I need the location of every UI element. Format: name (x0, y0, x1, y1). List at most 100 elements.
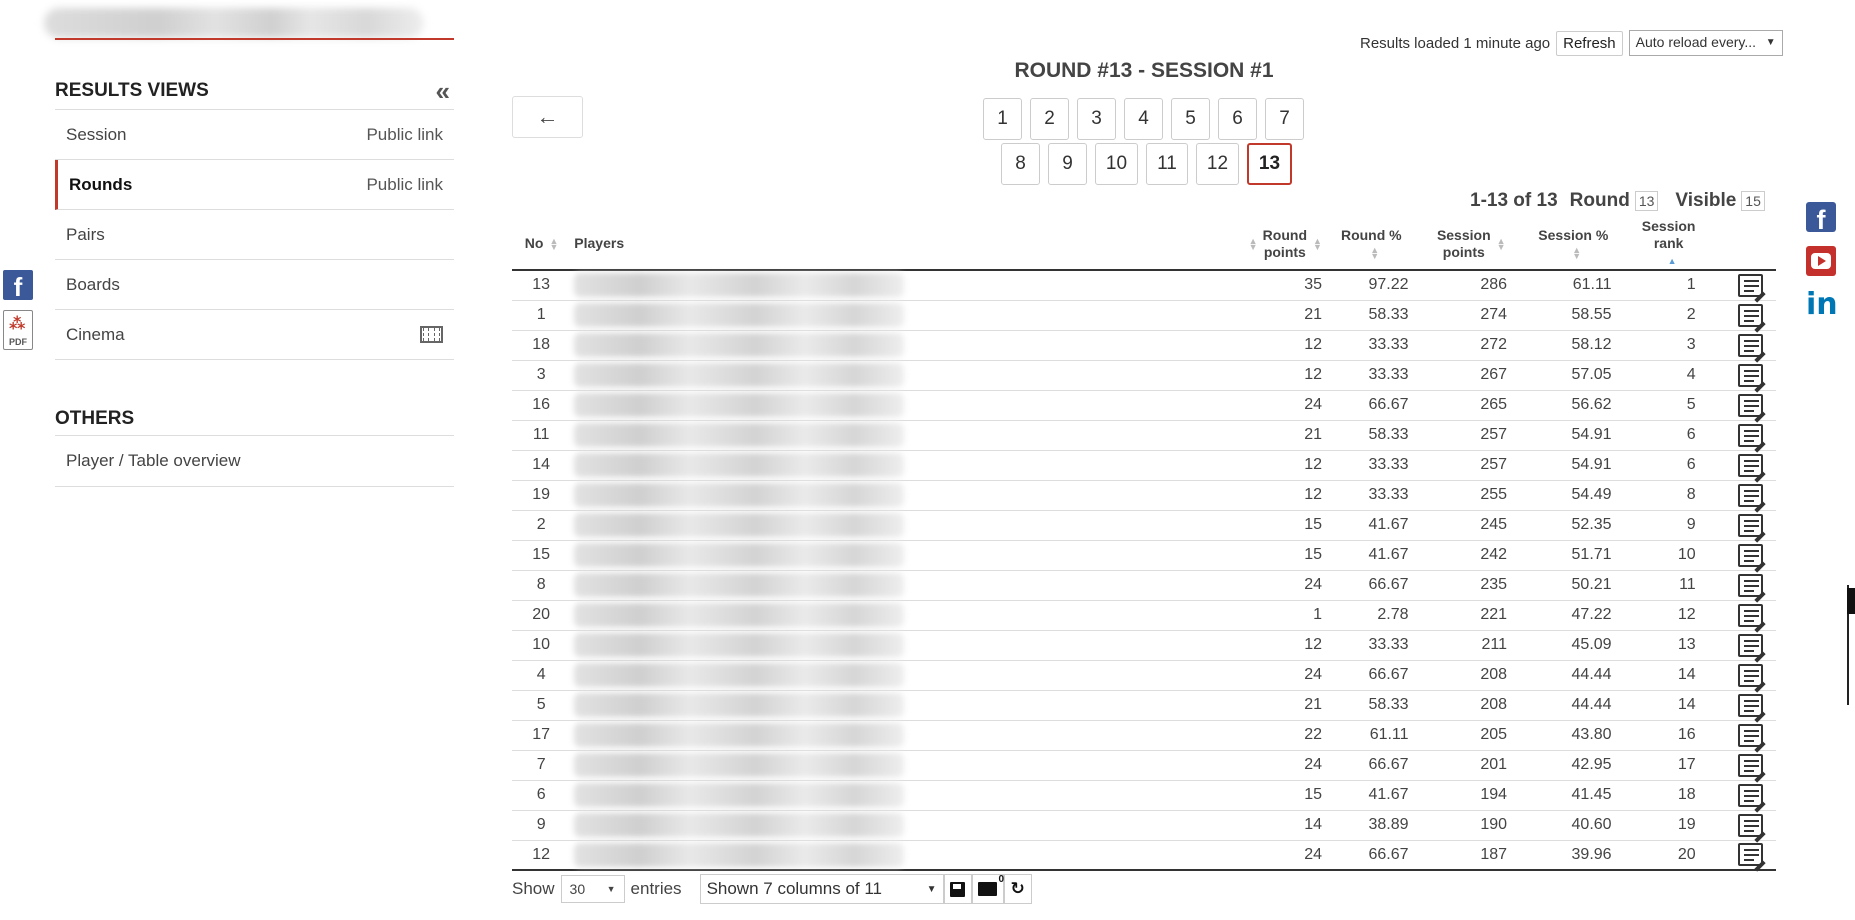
header-round-points[interactable]: ▲ ▼Round points▲ ▼ (1243, 218, 1331, 271)
column-visibility-select[interactable]: Shown 7 columns of 11 ▼ (699, 874, 944, 904)
sidebar-item-boards[interactable]: Boards (55, 260, 454, 310)
details-icon[interactable] (1738, 603, 1767, 633)
details-icon[interactable] (1738, 783, 1767, 813)
details-icon[interactable] (1738, 813, 1767, 843)
cell-round-points: 24 (1243, 660, 1331, 691)
player-names-redacted (574, 423, 905, 447)
details-icon[interactable] (1738, 423, 1767, 453)
cell-round-points: 15 (1243, 510, 1331, 541)
table-row: 2 15 41.67 245 52.35 9 (512, 510, 1776, 543)
details-icon[interactable] (1738, 513, 1767, 543)
reset-columns-button[interactable]: ↻ (1003, 874, 1032, 904)
results-views-header: RESULTS VIEWS « (55, 72, 454, 110)
header-no[interactable]: No ▲ ▼ (512, 218, 571, 271)
logo-divider (55, 38, 454, 40)
refresh-button[interactable]: Refresh (1556, 30, 1623, 56)
details-icon[interactable] (1738, 393, 1767, 423)
cell-players (570, 570, 1244, 601)
facebook-icon[interactable]: f (1806, 202, 1836, 232)
header-session-points[interactable]: Session points▲ ▼ (1430, 218, 1532, 271)
linkedin-icon[interactable]: in (1806, 290, 1838, 320)
details-icon[interactable] (1738, 543, 1767, 573)
cell-round-points: 24 (1243, 570, 1331, 601)
scrollbar-thumb[interactable] (1847, 588, 1855, 614)
page-button-1[interactable]: 1 (983, 98, 1022, 140)
cell-session-points: 208 (1430, 690, 1532, 721)
player-names-redacted (574, 842, 905, 867)
details-icon[interactable] (1738, 723, 1767, 753)
public-link[interactable]: Public link (366, 125, 443, 145)
page-button-5[interactable]: 5 (1171, 98, 1210, 140)
details-icon[interactable] (1738, 303, 1767, 333)
page-button-13[interactable]: 13 (1247, 143, 1292, 185)
details-icon[interactable] (1738, 663, 1767, 693)
save-columns-button[interactable] (943, 874, 972, 904)
cell-session-rank: 12 (1637, 600, 1726, 631)
details-icon[interactable] (1738, 573, 1767, 603)
details-icon[interactable] (1738, 273, 1767, 303)
public-link[interactable]: Public link (366, 175, 443, 195)
header-players[interactable]: Players (570, 218, 1244, 271)
sidebar-item-pairs[interactable]: Pairs (55, 210, 454, 260)
page-button-4[interactable]: 4 (1124, 98, 1163, 140)
cell-round-points: 15 (1243, 780, 1331, 811)
cell-session-points: 272 (1430, 330, 1532, 361)
cell-session-points: 205 (1430, 720, 1532, 751)
cell-round-points: 24 (1243, 840, 1331, 871)
cell-players (570, 780, 1244, 811)
details-icon[interactable] (1738, 693, 1767, 723)
cell-session-rank: 14 (1637, 690, 1726, 721)
table-row: 1 21 58.33 274 58.55 2 (512, 300, 1776, 333)
cell-no: 14 (512, 450, 571, 481)
page-button-9[interactable]: 9 (1048, 143, 1087, 185)
details-icon[interactable] (1738, 753, 1767, 783)
show-label: Show (512, 879, 555, 898)
details-icon[interactable] (1738, 633, 1767, 663)
pdf-icon[interactable]: ⁂ PDF (3, 310, 33, 350)
table-row: 17 22 61.11 205 43.80 16 (512, 720, 1776, 753)
header-round-pct[interactable]: Round %▲ ▼ (1330, 218, 1431, 271)
sidebar-item-cinema[interactable]: Cinema (55, 310, 454, 360)
logo[interactable] (44, 8, 424, 38)
cell-session-pct: 57.05 (1531, 360, 1638, 391)
cell-session-pct: 45.09 (1531, 630, 1638, 661)
page-button-6[interactable]: 6 (1218, 98, 1257, 140)
sidebar-item-rounds[interactable]: Rounds Public link (55, 160, 454, 210)
details-icon[interactable] (1738, 363, 1767, 393)
visible-label: Visible (1675, 190, 1737, 211)
details-icon[interactable] (1738, 483, 1767, 513)
collapse-sidebar-icon[interactable]: « (436, 78, 454, 104)
sidebar-item-player-table-overview[interactable]: Player / Table overview (55, 436, 454, 487)
page-button-8[interactable]: 8 (1001, 143, 1040, 185)
details-icon[interactable] (1738, 333, 1767, 363)
right-social-bar: f in (1806, 202, 1838, 334)
header-session-pct[interactable]: Session %▲ ▼ (1531, 218, 1638, 271)
facebook-icon[interactable]: f (3, 270, 33, 300)
cell-session-points: 194 (1430, 780, 1532, 811)
details-icon[interactable] (1738, 453, 1767, 483)
header-session-rank[interactable]: Session rank▲ (1637, 218, 1726, 271)
page-size-select[interactable]: 30 ▼ (560, 875, 625, 903)
table-row: 6 15 41.67 194 41.45 18 (512, 780, 1776, 813)
details-icon[interactable] (1738, 843, 1767, 872)
player-names-redacted (574, 363, 905, 387)
youtube-icon[interactable] (1806, 246, 1836, 276)
load-columns-button[interactable]: 0 (971, 874, 1004, 904)
page-button-7[interactable]: 7 (1265, 98, 1304, 140)
page-button-2[interactable]: 2 (1030, 98, 1069, 140)
page-button-10[interactable]: 10 (1095, 143, 1138, 185)
page-button-3[interactable]: 3 (1077, 98, 1116, 140)
back-button[interactable]: ← (512, 96, 583, 138)
page-button-11[interactable]: 11 (1146, 143, 1188, 185)
sidebar-item-session[interactable]: Session Public link (55, 110, 454, 160)
cell-round-points: 12 (1243, 330, 1331, 361)
auto-reload-select[interactable]: Auto reload every... ▼ (1628, 30, 1783, 56)
results-loaded-status: Results loaded 1 minute ago (1360, 34, 1551, 52)
page-button-12[interactable]: 12 (1196, 143, 1239, 185)
cell-round-pct: 66.67 (1330, 750, 1431, 781)
status-bar: Results loaded 1 minute ago Refresh Auto… (1360, 30, 1783, 56)
cell-details (1725, 720, 1776, 753)
cell-session-points: 235 (1430, 570, 1532, 601)
cell-session-rank: 3 (1637, 330, 1726, 361)
cell-players (570, 720, 1244, 751)
